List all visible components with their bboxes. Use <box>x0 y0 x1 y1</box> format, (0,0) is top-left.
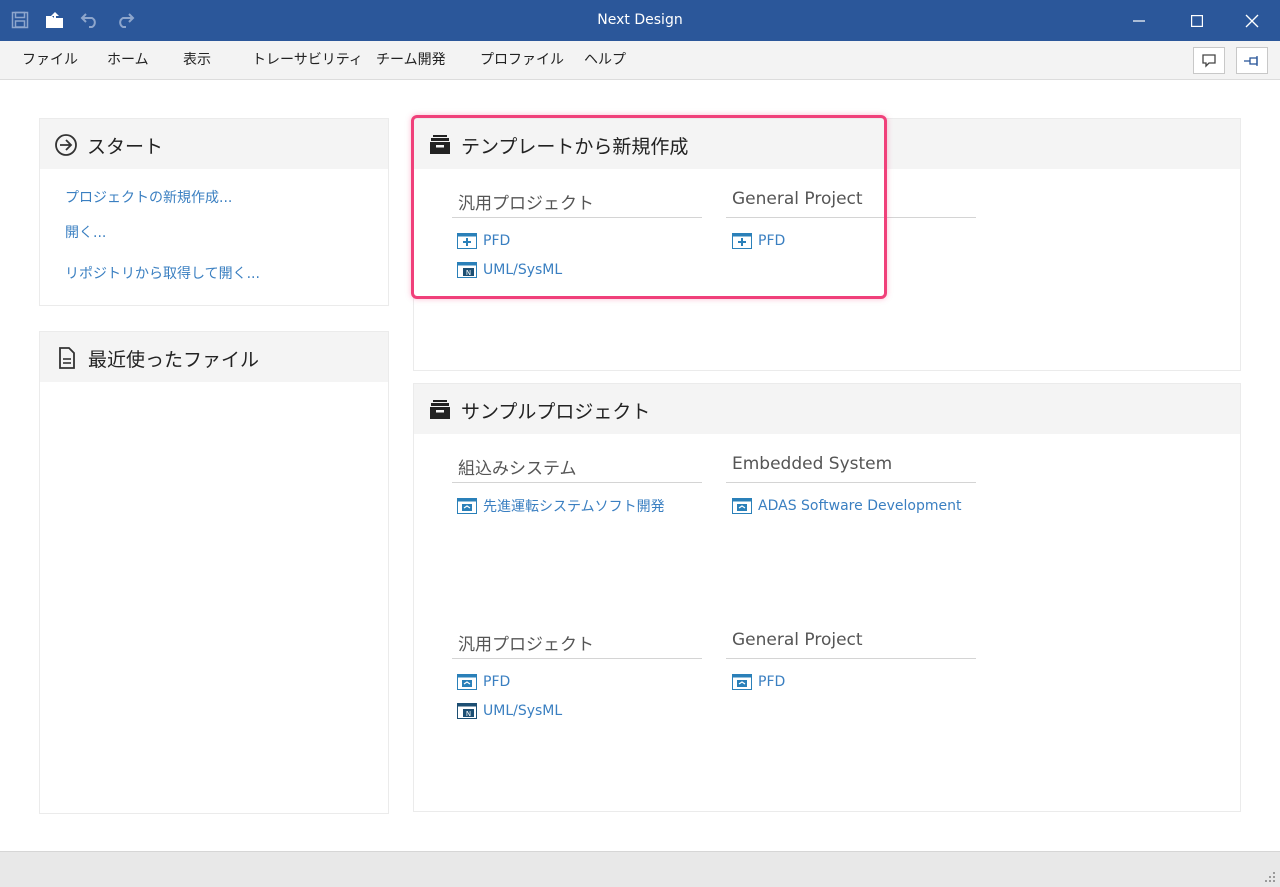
column-divider <box>452 482 702 483</box>
template-column-heading: 汎用プロジェクト <box>458 194 594 214</box>
minimize-button[interactable] <box>1116 0 1162 41</box>
sample-pfd-en[interactable]: PFD <box>732 672 785 692</box>
status-bar <box>0 851 1280 887</box>
menu-team[interactable]: チーム開発 <box>376 41 446 79</box>
sample-project-icon <box>457 674 477 690</box>
svg-text:N: N <box>466 710 471 718</box>
sample-adas-ja[interactable]: 先進運転システムソフト開発 <box>457 496 665 516</box>
sample-column-heading: 組込みシステム <box>458 459 577 479</box>
sample-project-icon <box>732 498 752 514</box>
column-divider <box>726 658 976 659</box>
resize-grip-icon[interactable] <box>1262 869 1276 883</box>
pfd-template-icon <box>732 233 752 249</box>
template-pfd-en[interactable]: PFD <box>732 231 785 251</box>
pin-button[interactable] <box>1236 47 1268 74</box>
template-uml-sysml-ja[interactable]: N UML/SysML <box>457 260 562 280</box>
template-column-heading: General Project <box>732 189 863 209</box>
sample-project-icon <box>732 674 752 690</box>
samples-panel-header: サンプルプロジェクト <box>414 384 1240 434</box>
archive-box-icon <box>430 400 450 419</box>
svg-text:N: N <box>466 269 471 277</box>
maximize-button[interactable] <box>1174 0 1220 41</box>
sample-item-label: 先進運転システムソフト開発 <box>483 499 665 515</box>
uml-template-icon: N <box>457 262 477 278</box>
sample-item-label: ADAS Software Development <box>758 498 962 514</box>
close-button[interactable] <box>1229 0 1275 41</box>
pfd-template-icon <box>457 233 477 249</box>
arrow-right-circle-icon <box>55 134 77 156</box>
menu-view[interactable]: 表示 <box>183 41 211 79</box>
templates-title: テンプレートから新規作成 <box>461 136 689 158</box>
sample-uml-sysml-ja[interactable]: N UML/SysML <box>457 701 562 721</box>
sample-column-heading: 汎用プロジェクト <box>458 635 594 655</box>
column-divider <box>726 217 976 218</box>
recent-files-panel: 最近使ったファイル <box>39 331 389 814</box>
template-item-label: PFD <box>483 233 511 249</box>
menu-traceability[interactable]: トレーサビリティ <box>252 41 363 79</box>
templates-panel-header: テンプレートから新規作成 <box>414 119 1240 169</box>
menu-profile[interactable]: プロファイル <box>480 41 564 79</box>
sample-column-heading: Embedded System <box>732 454 893 474</box>
archive-box-icon <box>430 135 450 154</box>
column-divider <box>452 658 702 659</box>
document-icon <box>59 347 75 369</box>
window-title: Next Design <box>597 12 683 28</box>
start-panel-header: スタート <box>40 119 388 169</box>
feedback-button[interactable] <box>1193 47 1225 74</box>
sample-item-label: UML/SysML <box>483 703 563 719</box>
title-bar: Next Design <box>0 0 1280 41</box>
template-item-label: PFD <box>758 233 786 249</box>
recent-panel-header: 最近使ったファイル <box>40 332 388 382</box>
sample-column-heading: General Project <box>732 630 863 650</box>
pin-icon <box>1244 55 1258 66</box>
recent-title: 最近使ったファイル <box>88 349 260 371</box>
sample-item-label: PFD <box>483 674 511 690</box>
open-link[interactable]: 開く... <box>65 222 106 242</box>
menu-help[interactable]: ヘルプ <box>584 41 626 79</box>
sample-adas-en[interactable]: ADAS Software Development <box>732 496 961 516</box>
column-divider <box>726 482 976 483</box>
template-item-label: UML/SysML <box>483 262 563 278</box>
open-from-repository-link[interactable]: リポジトリから取得して開く... <box>65 263 260 283</box>
uml-sample-icon: N <box>457 703 477 719</box>
samples-title: サンプルプロジェクト <box>461 401 651 423</box>
new-project-link[interactable]: プロジェクトの新規作成... <box>65 187 232 207</box>
sample-pfd-ja[interactable]: PFD <box>457 672 510 692</box>
menu-file[interactable]: ファイル <box>22 41 78 79</box>
comment-icon <box>1202 53 1216 68</box>
start-title: スタート <box>87 136 164 158</box>
sample-project-icon <box>457 498 477 514</box>
menu-bar: ファイル ホーム 表示 トレーサビリティ チーム開発 プロファイル ヘルプ <box>0 41 1280 80</box>
menu-home[interactable]: ホーム <box>107 41 149 79</box>
sample-item-label: PFD <box>758 674 786 690</box>
templates-panel: テンプレートから新規作成 汎用プロジェクト PFD N UML/SysML Ge… <box>413 118 1241 371</box>
samples-panel: サンプルプロジェクト 組込みシステム 先進運転システムソフト開発 Embedde… <box>413 383 1241 812</box>
start-panel: スタート プロジェクトの新規作成... 開く... リポジトリから取得して開く.… <box>39 118 389 306</box>
column-divider <box>452 217 702 218</box>
template-pfd-ja[interactable]: PFD <box>457 231 510 251</box>
